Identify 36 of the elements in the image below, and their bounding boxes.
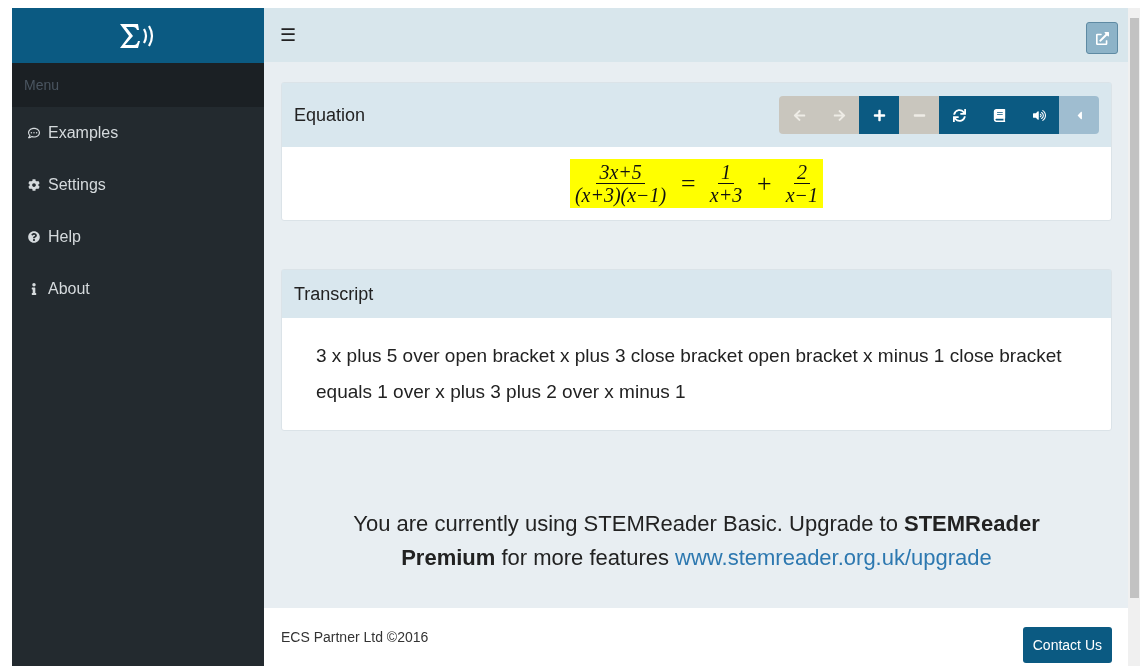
speak-button[interactable] — [1019, 96, 1059, 134]
sidebar-item[interactable]: Settings — [12, 159, 264, 211]
copyright-text: ECS Partner Ltd ©2016 — [281, 629, 429, 645]
menu-button[interactable]: ☰ — [280, 24, 296, 46]
scrollbar[interactable] — [1128, 8, 1140, 666]
help-icon — [28, 231, 40, 243]
upgrade-link[interactable]: www.stemreader.org.uk/upgrade — [675, 545, 992, 570]
sidebar-item[interactable]: Help — [12, 211, 264, 263]
left-arrow-icon — [792, 108, 806, 122]
external-link-icon — [1095, 31, 1109, 45]
denominator: x−1 — [784, 184, 820, 206]
menu-heading: Menu — [12, 63, 264, 107]
plus-sign: + — [755, 168, 773, 199]
speaker-icon — [1032, 108, 1046, 122]
sidebar-item[interactable]: Examples — [12, 107, 264, 159]
upgrade-notice: You are currently using STEMReader Basic. Upgrade to STEMReader Premium for more features www.stemreader.org.uk/upgrade — [352, 510, 1041, 572]
panel-title: Equation — [294, 104, 366, 126]
book-icon — [992, 108, 1006, 122]
refresh-icon — [952, 108, 966, 122]
speech-bubble-icon — [28, 127, 40, 139]
equals-sign: = — [679, 168, 697, 199]
plus-icon — [872, 108, 886, 122]
external-link-button[interactable] — [1086, 22, 1118, 54]
numerator: 3x+5 — [596, 161, 645, 184]
sidebar-item[interactable]: About — [12, 263, 264, 315]
refresh-button[interactable] — [939, 96, 979, 134]
numerator: 1 — [718, 161, 734, 184]
denominator: x+3 — [708, 184, 744, 206]
panel-title: Transcript — [294, 283, 374, 305]
zoom-in-button[interactable] — [859, 96, 899, 134]
contact-button[interactable]: Contact Us — [1022, 627, 1112, 663]
transcript-text: 3 x plus 5 over open bracket x plus 3 close bracket open bracket x minus 1 close bracket equals 1 over x plus 3 plus 2 over x minus 1 — [315, 344, 1063, 404]
right-arrow-icon — [832, 108, 846, 122]
settings-icon — [28, 179, 40, 191]
numerator: 2 — [793, 161, 810, 184]
denominator: (x+3)(x−1) — [573, 184, 668, 206]
